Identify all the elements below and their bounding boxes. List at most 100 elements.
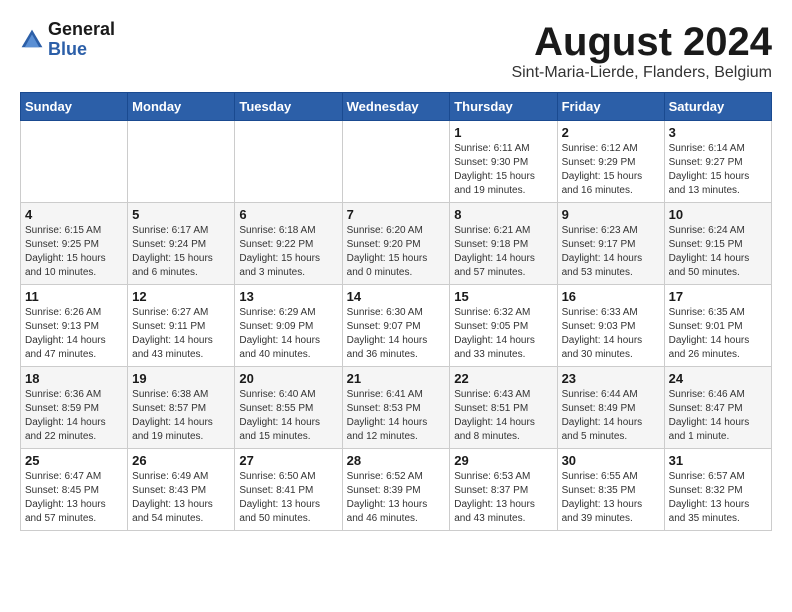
day-detail: Sunrise: 6:43 AM Sunset: 8:51 PM Dayligh… [454,388,552,444]
day-detail: Sunrise: 6:35 AM Sunset: 9:01 PM Dayligh… [669,306,767,362]
day-number: 26 [132,453,230,468]
day-detail: Sunrise: 6:38 AM Sunset: 8:57 PM Dayligh… [132,388,230,444]
calendar-cell: 5 Sunrise: 6:17 AM Sunset: 9:24 PM Daylig… [128,203,235,285]
day-header-saturday: Saturday [664,93,771,121]
calendar-cell: 14 Sunrise: 6:30 AM Sunset: 9:07 PM Dayli… [342,285,450,367]
day-header-monday: Monday [128,93,235,121]
day-detail: Sunrise: 6:40 AM Sunset: 8:55 PM Dayligh… [239,388,337,444]
day-number: 28 [347,453,446,468]
calendar-cell: 18Sunrise: 6:36 AM Sunset: 8:59 PM Dayli… [21,367,128,449]
day-detail: Sunrise: 6:24 AM Sunset: 9:15 PM Dayligh… [669,224,767,280]
day-number: 25 [25,453,123,468]
day-number: 8 [454,207,552,222]
day-detail: Sunrise: 6:17 AM Sunset: 9:24 PM Dayligh… [132,224,230,280]
day-detail: Sunrise: 6:26 AM Sunset: 9:13 PM Dayligh… [25,306,123,362]
calendar-cell [128,121,235,203]
day-number: 13 [239,289,337,304]
calendar-cell: 24Sunrise: 6:46 AM Sunset: 8:47 PM Dayli… [664,367,771,449]
day-number: 16 [562,289,660,304]
calendar-cell: 27 Sunrise: 6:50 AM Sunset: 8:41 PM Dayli… [235,449,342,531]
calendar-cell: 6Sunrise: 6:18 AM Sunset: 9:22 PM Daylig… [235,203,342,285]
day-number: 9 [562,207,660,222]
calendar-body: 1Sunrise: 6:11 AM Sunset: 9:30 PM Daylig… [21,121,772,531]
day-number: 7 [347,207,446,222]
day-number: 5 [132,207,230,222]
day-detail: Sunrise: 6:27 AM Sunset: 9:11 PM Dayligh… [132,306,230,362]
day-detail: Sunrise: 6:20 AM Sunset: 9:20 PM Dayligh… [347,224,446,280]
day-detail: Sunrise: 6:12 AM Sunset: 9:29 PM Dayligh… [562,142,660,198]
calendar-cell: 17 Sunrise: 6:35 AM Sunset: 9:01 PM Dayli… [664,285,771,367]
header: General Blue August 2024 Sint-Maria-Lier… [20,20,772,82]
calendar-week-2: 4 Sunrise: 6:15 AM Sunset: 9:25 PM Daylig… [21,203,772,285]
day-number: 14 [347,289,446,304]
day-detail: Sunrise: 6:18 AM Sunset: 9:22 PM Dayligh… [239,224,337,280]
logo-general: General [48,20,115,40]
day-number: 30 [562,453,660,468]
day-detail: Sunrise: 6:14 AM Sunset: 9:27 PM Dayligh… [669,142,767,198]
calendar-cell: 10Sunrise: 6:24 AM Sunset: 9:15 PM Dayli… [664,203,771,285]
calendar-cell: 31 Sunrise: 6:57 AM Sunset: 8:32 PM Dayli… [664,449,771,531]
calendar-week-1: 1Sunrise: 6:11 AM Sunset: 9:30 PM Daylig… [21,121,772,203]
calendar-cell: 7 Sunrise: 6:20 AM Sunset: 9:20 PM Daylig… [342,203,450,285]
day-number: 22 [454,371,552,386]
calendar-cell: 3Sunrise: 6:14 AM Sunset: 9:27 PM Daylig… [664,121,771,203]
calendar-cell: 25Sunrise: 6:47 AM Sunset: 8:45 PM Dayli… [21,449,128,531]
day-detail: Sunrise: 6:33 AM Sunset: 9:03 PM Dayligh… [562,306,660,362]
day-header-thursday: Thursday [450,93,557,121]
day-detail: Sunrise: 6:21 AM Sunset: 9:18 PM Dayligh… [454,224,552,280]
day-number: 12 [132,289,230,304]
calendar-cell: 29Sunrise: 6:53 AM Sunset: 8:37 PM Dayli… [450,449,557,531]
calendar-cell: 22 Sunrise: 6:43 AM Sunset: 8:51 PM Dayli… [450,367,557,449]
day-detail: Sunrise: 6:53 AM Sunset: 8:37 PM Dayligh… [454,470,552,526]
calendar-cell: 13 Sunrise: 6:29 AM Sunset: 9:09 PM Dayli… [235,285,342,367]
calendar-cell [235,121,342,203]
calendar-cell: 16 Sunrise: 6:33 AM Sunset: 9:03 PM Dayli… [557,285,664,367]
day-detail: Sunrise: 6:29 AM Sunset: 9:09 PM Dayligh… [239,306,337,362]
calendar-cell: 12 Sunrise: 6:27 AM Sunset: 9:11 PM Dayli… [128,285,235,367]
subtitle: Sint-Maria-Lierde, Flanders, Belgium [511,64,772,82]
day-header-wednesday: Wednesday [342,93,450,121]
title-section: August 2024 Sint-Maria-Lierde, Flanders,… [511,20,772,82]
calendar: SundayMondayTuesdayWednesdayThursdayFrid… [20,92,772,531]
day-detail: Sunrise: 6:50 AM Sunset: 8:41 PM Dayligh… [239,470,337,526]
day-detail: Sunrise: 6:44 AM Sunset: 8:49 PM Dayligh… [562,388,660,444]
calendar-cell: 26 Sunrise: 6:49 AM Sunset: 8:43 PM Dayli… [128,449,235,531]
calendar-cell: 15Sunrise: 6:32 AM Sunset: 9:05 PM Dayli… [450,285,557,367]
logo: General Blue [20,20,115,60]
day-number: 31 [669,453,767,468]
calendar-cell: 23 Sunrise: 6:44 AM Sunset: 8:49 PM Dayli… [557,367,664,449]
calendar-week-4: 18Sunrise: 6:36 AM Sunset: 8:59 PM Dayli… [21,367,772,449]
calendar-header: SundayMondayTuesdayWednesdayThursdayFrid… [21,93,772,121]
day-detail: Sunrise: 6:57 AM Sunset: 8:32 PM Dayligh… [669,470,767,526]
calendar-cell [342,121,450,203]
day-number: 27 [239,453,337,468]
day-number: 4 [25,207,123,222]
day-detail: Sunrise: 6:55 AM Sunset: 8:35 PM Dayligh… [562,470,660,526]
day-number: 11 [25,289,123,304]
day-number: 18 [25,371,123,386]
day-header-friday: Friday [557,93,664,121]
calendar-cell: 9Sunrise: 6:23 AM Sunset: 9:17 PM Daylig… [557,203,664,285]
calendar-cell: 21 Sunrise: 6:41 AM Sunset: 8:53 PM Dayli… [342,367,450,449]
calendar-cell: 19 Sunrise: 6:38 AM Sunset: 8:57 PM Dayli… [128,367,235,449]
day-detail: Sunrise: 6:15 AM Sunset: 9:25 PM Dayligh… [25,224,123,280]
day-header-tuesday: Tuesday [235,93,342,121]
calendar-week-5: 25Sunrise: 6:47 AM Sunset: 8:45 PM Dayli… [21,449,772,531]
day-number: 2 [562,125,660,140]
day-number: 19 [132,371,230,386]
day-number: 23 [562,371,660,386]
day-detail: Sunrise: 6:49 AM Sunset: 8:43 PM Dayligh… [132,470,230,526]
calendar-cell: 1Sunrise: 6:11 AM Sunset: 9:30 PM Daylig… [450,121,557,203]
calendar-cell [21,121,128,203]
day-number: 17 [669,289,767,304]
day-number: 24 [669,371,767,386]
header-row: SundayMondayTuesdayWednesdayThursdayFrid… [21,93,772,121]
day-detail: Sunrise: 6:30 AM Sunset: 9:07 PM Dayligh… [347,306,446,362]
logo-blue: Blue [48,40,115,60]
day-number: 21 [347,371,446,386]
day-detail: Sunrise: 6:41 AM Sunset: 8:53 PM Dayligh… [347,388,446,444]
day-detail: Sunrise: 6:52 AM Sunset: 8:39 PM Dayligh… [347,470,446,526]
day-header-sunday: Sunday [21,93,128,121]
day-number: 15 [454,289,552,304]
calendar-cell: 30 Sunrise: 6:55 AM Sunset: 8:35 PM Dayli… [557,449,664,531]
